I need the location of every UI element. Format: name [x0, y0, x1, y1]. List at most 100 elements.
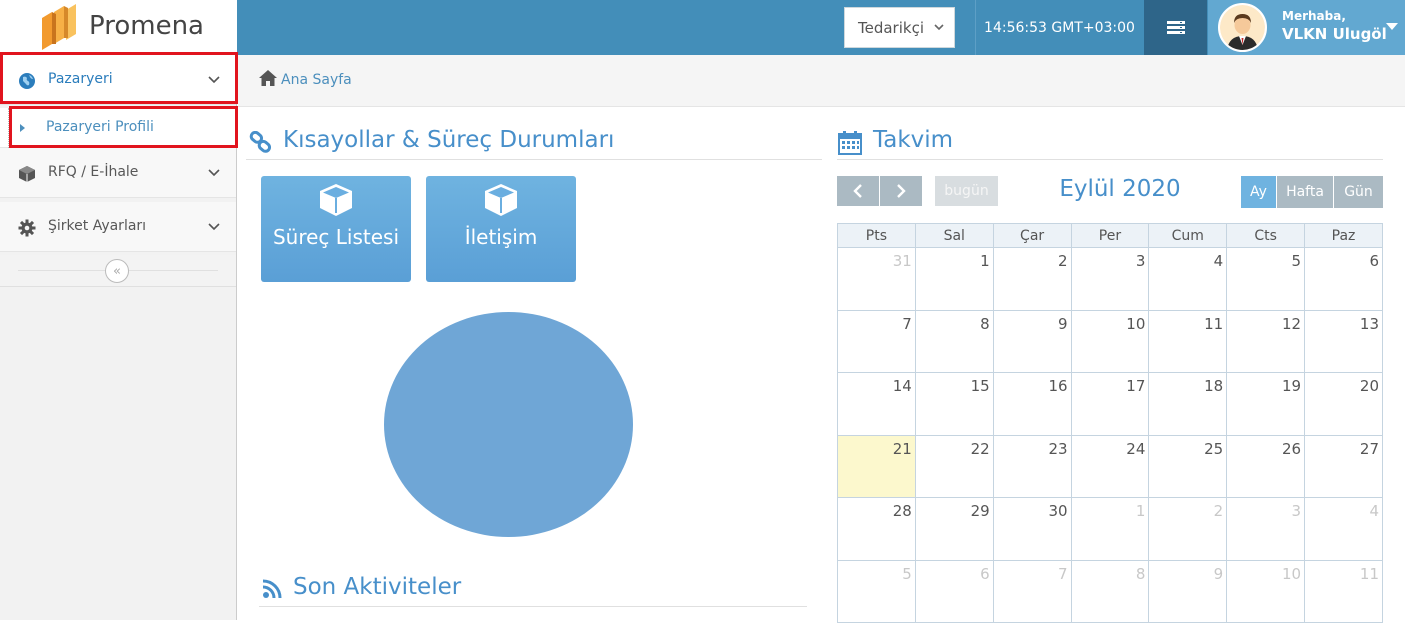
calendar-day-cell[interactable]: 29	[914, 497, 994, 561]
calendar-day-cell[interactable]: 23	[992, 434, 1072, 498]
calendar-day-cell[interactable]: 7	[992, 559, 1072, 623]
weekday-header: Pts	[837, 223, 916, 248]
calendar-week-row: 31 1 2 3 4 5 6	[837, 247, 1383, 311]
calendar-day-cell[interactable]: 11	[1148, 309, 1228, 373]
username-text: VLKN Ulugöl	[1282, 25, 1387, 43]
calendar-view-day-button[interactable]: Gün	[1334, 176, 1383, 208]
calendar-week-row: 7 8 9 10 11 12 13	[837, 309, 1383, 373]
weekday-header: Cts	[1226, 223, 1306, 248]
calendar-prev-button[interactable]	[837, 176, 879, 206]
calendar-day-cell[interactable]: 6	[914, 559, 994, 623]
calendar-day-cell[interactable]: 7	[837, 309, 916, 373]
top-navbar: Promena Tedarikçi 14:56:53 GMT+03:00 Mer…	[0, 0, 1405, 55]
calendar-day-cell[interactable]: 12	[1226, 309, 1306, 373]
calendar-day-cell[interactable]: 20	[1304, 372, 1383, 436]
sidebar-item-label: RFQ / E-İhale	[48, 164, 139, 180]
weekday-header: Sal	[914, 223, 994, 248]
calendar-day-cell[interactable]: 18	[1148, 372, 1228, 436]
calendar-day-cell[interactable]: 17	[1070, 372, 1150, 436]
calendar-day-cell[interactable]: 13	[1304, 309, 1383, 373]
rss-icon	[262, 579, 282, 599]
calendar-day-cell[interactable]: 22	[914, 434, 994, 498]
tasks-menu-button[interactable]	[1144, 0, 1207, 55]
calendar-day-cell[interactable]: 1	[1070, 497, 1150, 561]
calendar-day-cell[interactable]: 1	[914, 247, 994, 311]
weekday-header: Çar	[992, 223, 1072, 248]
calendar-day-cell[interactable]: 28	[837, 497, 916, 561]
list-icon	[1166, 20, 1185, 34]
clock: 14:56:53 GMT+03:00	[975, 0, 1143, 55]
calendar-day-cell[interactable]: 8	[914, 309, 994, 373]
calendar-day-cell[interactable]: 5	[1226, 247, 1306, 311]
status-pie-chart	[384, 312, 633, 537]
double-chevron-left-icon: «	[113, 263, 121, 279]
gear-icon	[18, 219, 36, 237]
calendar-day-cell[interactable]: 26	[1226, 434, 1306, 498]
logo-area[interactable]: Promena	[0, 0, 237, 55]
calendar-day-cell[interactable]: 4	[1304, 497, 1383, 561]
breadcrumb-home-link[interactable]: Ana Sayfa	[281, 72, 352, 88]
cube-icon	[320, 184, 352, 216]
calendar-view-month-button[interactable]: Ay	[1241, 176, 1276, 208]
shortcuts-header: Kısayollar & Süreç Durumları	[246, 124, 822, 160]
chevron-right-icon	[897, 184, 906, 198]
sidebar-collapse-button[interactable]: «	[105, 259, 129, 283]
role-select[interactable]: Tedarikçi	[844, 7, 955, 48]
calendar-day-cell[interactable]: 4	[1148, 247, 1228, 311]
highlight-box	[0, 52, 238, 104]
link-icon	[249, 131, 272, 153]
calendar-day-cell-today[interactable]: 21	[837, 434, 916, 498]
logo-text: Promena	[89, 11, 204, 41]
calendar-day-cell[interactable]: 30	[992, 497, 1072, 561]
sidebar-item-rfq[interactable]: RFQ / E-İhale	[0, 148, 236, 198]
calendar-day-cell[interactable]: 3	[1226, 497, 1306, 561]
calendar-next-button[interactable]	[880, 176, 922, 206]
calendar-day-cell[interactable]: 8	[1070, 559, 1150, 623]
chevron-down-icon	[934, 24, 944, 31]
section-title: Takvim	[873, 127, 954, 153]
calendar-header: Takvim	[837, 124, 1383, 160]
avatar	[1218, 3, 1267, 52]
calendar-today-button[interactable]: bugün	[935, 176, 998, 206]
activities-header: Son Aktiviteler	[259, 571, 807, 607]
calendar-day-cell[interactable]: 16	[992, 372, 1072, 436]
calendar-day-cell[interactable]: 3	[1070, 247, 1150, 311]
section-title: Kısayollar & Süreç Durumları	[283, 127, 615, 153]
pie-slice	[384, 312, 633, 537]
calendar-day-cell[interactable]: 5	[837, 559, 916, 623]
user-menu[interactable]: Merhaba, VLKN Ulugöl	[1208, 0, 1405, 55]
calendar-view-week-button[interactable]: Hafta	[1277, 176, 1333, 208]
calendar-day-cell[interactable]: 2	[992, 247, 1072, 311]
sidebar-item-label: Şirket Ayarları	[48, 218, 147, 234]
calendar-day-cell[interactable]: 27	[1304, 434, 1383, 498]
calendar-day-cell[interactable]: 14	[837, 372, 916, 436]
calendar-day-cell[interactable]: 19	[1226, 372, 1306, 436]
calendar-day-cell[interactable]: 10	[1070, 309, 1150, 373]
sidebar-item-sirket-ayarlari[interactable]: Şirket Ayarları	[0, 202, 236, 252]
calendar-day-cell[interactable]: 6	[1304, 247, 1383, 311]
greeting-text: Merhaba,	[1282, 9, 1346, 23]
tile-label: İletişim	[464, 225, 538, 249]
chevron-down-icon	[208, 223, 220, 231]
weekday-header: Cum	[1148, 223, 1228, 248]
calendar-week-row: 5 6 7 8 9 10 11	[837, 559, 1383, 623]
calendar-day-cell[interactable]: 24	[1070, 434, 1150, 498]
calendar-day-cell[interactable]: 2	[1148, 497, 1228, 561]
calendar-day-cell[interactable]: 25	[1148, 434, 1228, 498]
calendar-day-cell[interactable]: 9	[1148, 559, 1228, 623]
calendar-month-title: Eylül 2020	[1059, 176, 1181, 202]
calendar-week-row: 28 29 30 1 2 3 4	[837, 497, 1383, 561]
cube-icon	[485, 184, 517, 216]
calendar-day-cell[interactable]: 15	[914, 372, 994, 436]
caret-down-icon	[1386, 23, 1398, 30]
calendar-day-cell[interactable]: 31	[837, 247, 916, 311]
chevron-left-icon	[853, 184, 862, 198]
calendar-day-cell[interactable]: 9	[992, 309, 1072, 373]
calendar-day-cell[interactable]: 11	[1304, 559, 1383, 623]
calendar-grid: Pts Sal Çar Per Cum Cts Paz 31 1 2 3 4 5…	[837, 223, 1383, 623]
weekday-header: Paz	[1304, 223, 1383, 248]
promena-logo-icon	[42, 4, 76, 50]
calendar-day-cell[interactable]: 10	[1226, 559, 1306, 623]
tile-surec-listesi[interactable]: Süreç Listesi	[261, 176, 411, 282]
tile-iletisim[interactable]: İletişim	[426, 176, 576, 282]
